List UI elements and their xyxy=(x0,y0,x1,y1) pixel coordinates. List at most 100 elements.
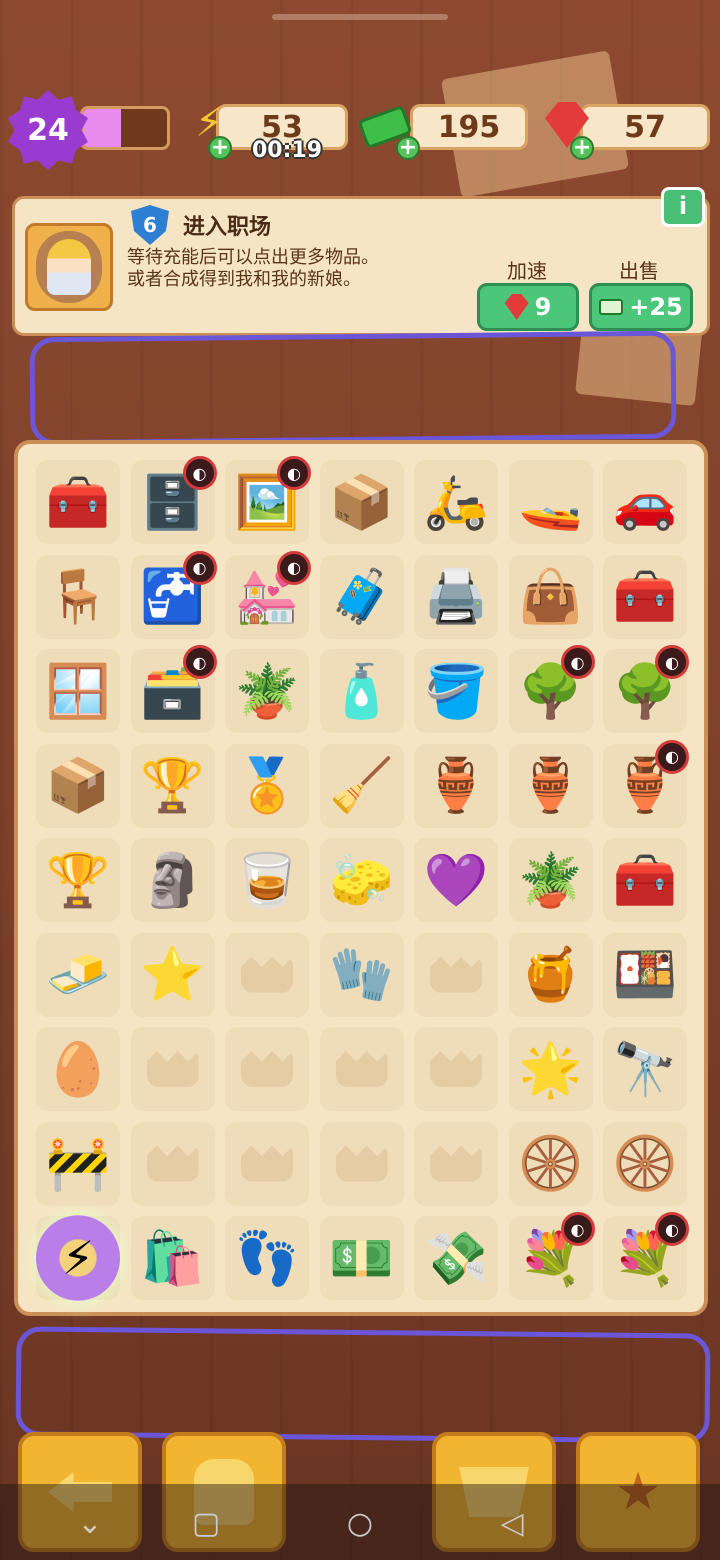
green-bottle-icon: 🧴 xyxy=(329,661,394,722)
wheel-item[interactable]: 🛞 xyxy=(603,1121,687,1206)
broken-pot-small-item[interactable]: 🍯 xyxy=(508,932,593,1017)
jet-ski-item[interactable]: 🚤 xyxy=(508,460,593,544)
glass-trophy-item[interactable]: 🥃 xyxy=(225,838,309,922)
empty-cell[interactable] xyxy=(130,1121,215,1206)
green-broom-icon: 🧹 xyxy=(329,756,394,816)
footprint-bag-item[interactable]: 👣 xyxy=(225,1216,309,1300)
scooter-item[interactable]: 🛵 xyxy=(414,460,498,544)
flowering-bush-locked-item[interactable]: 🌳 ◐ xyxy=(508,645,595,733)
clay-pot-small-item[interactable]: 🪴 xyxy=(508,838,593,922)
annotation-box-top xyxy=(29,330,677,446)
green-broom-item[interactable]: 🧹 xyxy=(319,743,404,828)
flowering-bush-locked-item[interactable]: 🌳 ◐ xyxy=(603,645,689,733)
task-portrait[interactable] xyxy=(25,223,113,311)
red-lunchbox-item[interactable]: 🍱 xyxy=(603,932,687,1017)
vase-locked-item[interactable]: 🏺 ◐ xyxy=(603,739,689,828)
medical-kit-item[interactable]: 🧰 xyxy=(36,460,120,544)
timer-lock-icon: ◐ xyxy=(560,1212,595,1246)
green-bottle-item[interactable]: 🧴 xyxy=(319,649,404,733)
green-sponge-item[interactable]: 🧽 xyxy=(319,838,404,922)
empty-slot-icon xyxy=(335,1145,388,1182)
red-toolbox-damaged-item[interactable]: 🧳 xyxy=(319,554,404,639)
cash-counter[interactable]: 195 xyxy=(410,104,528,150)
circle-icon[interactable]: ○ xyxy=(330,1506,390,1541)
portrait-frame-locked-item[interactable]: 🖼️ ◐ xyxy=(225,456,311,544)
empty-cell[interactable] xyxy=(225,932,309,1017)
purple-gem-item[interactable]: 💜 xyxy=(414,838,498,922)
clay-pot-small-icon: 🪴 xyxy=(518,850,583,911)
add-energy-button[interactable]: + xyxy=(208,136,232,160)
green-cabinet-locked-item[interactable]: 🗃️ ◐ xyxy=(130,645,217,733)
empty-cell[interactable] xyxy=(414,932,498,1017)
wardrobe-locked-item[interactable]: 🗄️ ◐ xyxy=(130,456,217,544)
red-chest-damaged-item[interactable]: 🧰 xyxy=(603,554,687,639)
add-cash-button[interactable]: + xyxy=(396,136,420,160)
glass-star-item[interactable]: ⭐ xyxy=(130,932,215,1017)
cash-bundle-item[interactable]: 💸 xyxy=(414,1216,498,1300)
road-barrier-item[interactable]: 🚧 xyxy=(36,1121,120,1206)
broken-pot-item[interactable]: 🏺 xyxy=(508,743,593,828)
red-machine-damaged-item[interactable]: 🖨️ xyxy=(414,554,498,639)
wedding-photo-locked-item[interactable]: 💒 ◐ xyxy=(225,550,311,639)
flower-bouquet-locked-item[interactable]: 💐 ◐ xyxy=(508,1212,595,1300)
energy-timer: 00:19 xyxy=(252,138,323,163)
clue-bag-item[interactable]: 🛍️ xyxy=(130,1216,215,1300)
gem-value: 57 xyxy=(624,109,666,145)
green-cloth-item[interactable]: 🧤 xyxy=(319,932,404,1017)
potted-plant-item[interactable]: 🪴 xyxy=(225,649,309,733)
wrecked-desk-item[interactable]: 🪑 xyxy=(36,554,120,639)
gold-figurine-icon: 🗿 xyxy=(140,850,205,911)
energy-orb-item[interactable]: ⚡ xyxy=(36,1215,120,1301)
purple-car-item[interactable]: 🚗 xyxy=(603,460,687,544)
timer-lock-icon: ◐ xyxy=(182,456,217,490)
red-machine-damaged-icon: 🖨️ xyxy=(423,567,489,627)
empty-cell[interactable] xyxy=(225,1027,309,1111)
level-badge[interactable]: 24 xyxy=(8,90,88,170)
clay-pot-item[interactable]: 🏺 xyxy=(414,743,498,828)
square-icon[interactable]: ▢ xyxy=(176,1506,236,1541)
binoculars-item[interactable]: 🔭 xyxy=(603,1027,687,1111)
purple-gem-icon: 💜 xyxy=(423,850,489,911)
add-gems-button[interactable]: + xyxy=(570,136,594,160)
level-progress-fill xyxy=(83,109,121,147)
green-cloth-icon: 🧤 xyxy=(329,945,394,1005)
red-bag-damaged-item[interactable]: 👜 xyxy=(508,554,593,639)
empty-cell[interactable] xyxy=(225,1121,309,1206)
empty-cell[interactable] xyxy=(319,1027,404,1111)
empty-cell[interactable] xyxy=(130,1027,215,1111)
wooden-crates-item[interactable]: 📦 xyxy=(319,460,404,544)
cash-value: 195 xyxy=(437,109,501,145)
info-button[interactable]: i xyxy=(661,187,705,227)
broken-glass-box-item[interactable]: 🪟 xyxy=(36,649,120,733)
wheel-pair-item[interactable]: 🛞 xyxy=(508,1121,593,1206)
gem-counter[interactable]: 57 xyxy=(580,104,710,150)
gold-star-trophy-item[interactable]: 🏆 xyxy=(130,743,215,828)
timer-lock-icon: ◐ xyxy=(655,1212,689,1246)
binoculars-icon: 🔭 xyxy=(612,1039,678,1100)
flower-bouquet-locked-item[interactable]: 💐 ◐ xyxy=(603,1212,689,1300)
purple-star-item[interactable]: 🌟 xyxy=(508,1027,593,1111)
empty-cell[interactable] xyxy=(319,1121,404,1206)
medical-kit-icon: 🧰 xyxy=(45,472,111,533)
sink-locked-item[interactable]: 🚰 ◐ xyxy=(130,550,217,639)
empty-cell[interactable] xyxy=(414,1121,498,1206)
gold-figurine-item[interactable]: 🗿 xyxy=(130,838,215,922)
speedup-button[interactable]: 9 xyxy=(477,283,579,331)
dusty-crate-item[interactable]: 📦 xyxy=(36,743,120,828)
chevron-down-icon[interactable]: ⌄ xyxy=(60,1506,120,1541)
triangle-back-icon[interactable]: ◁ xyxy=(482,1506,542,1541)
red-toolbox-item[interactable]: 🧰 xyxy=(603,838,687,922)
sell-button[interactable]: +25 xyxy=(589,283,693,331)
empty-cell[interactable] xyxy=(414,1027,498,1111)
yellow-bucket-item[interactable]: 🪣 xyxy=(414,649,498,733)
red-toolbox-damaged-icon: 🧳 xyxy=(329,567,394,627)
gold-winged-trophy-item[interactable]: 🏆 xyxy=(36,838,120,922)
silver-star-trophy-item[interactable]: 🏅 xyxy=(225,743,309,828)
yellow-cushion-item[interactable]: 🧈 xyxy=(36,932,120,1017)
yellow-pill-item[interactable]: 🥚 xyxy=(36,1027,120,1111)
empty-slot-icon xyxy=(241,1145,293,1182)
red-bag-damaged-icon: 👜 xyxy=(518,567,583,627)
jet-ski-icon: 🚤 xyxy=(518,472,583,533)
cash-pile-item[interactable]: 💵 xyxy=(319,1216,404,1300)
shield-icon: 6 xyxy=(131,205,169,245)
